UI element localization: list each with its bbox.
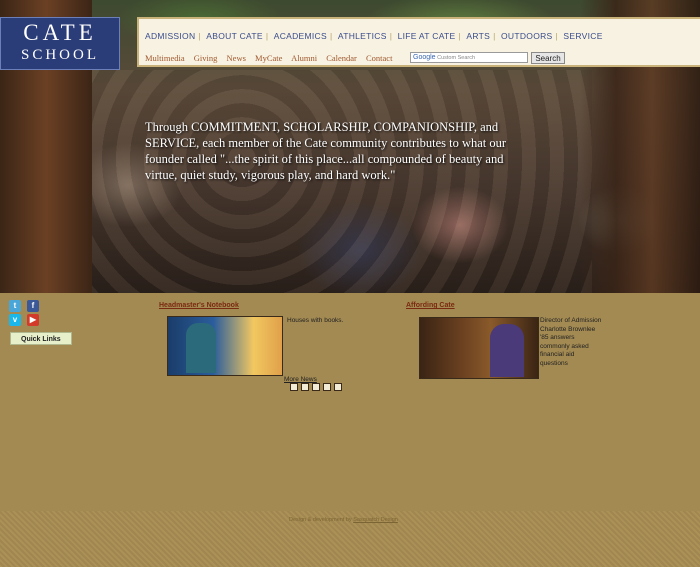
subnav-contact[interactable]: Contact <box>366 53 392 63</box>
credit-link[interactable]: Sasquatch Design <box>353 517 398 523</box>
logo-line2: SCHOOL <box>20 47 99 63</box>
nav-about-cate[interactable]: ABOUT CATE <box>206 31 263 41</box>
subnav-multimedia[interactable]: Multimedia <box>145 53 185 63</box>
headmaster-video-thumbnail[interactable] <box>167 316 283 376</box>
affording-cate-title[interactable]: Affording Cate <box>406 302 455 309</box>
vimeo-icon[interactable]: v <box>9 314 21 326</box>
more-news-link[interactable]: More News <box>284 376 317 383</box>
affording-video-thumbnail[interactable] <box>419 317 539 379</box>
quick-links-button[interactable]: Quick Links <box>10 332 72 345</box>
affording-caption: Director of Admission Charlotte Brownlee… <box>540 317 602 367</box>
pager-dot-2[interactable] <box>301 383 309 391</box>
search-input[interactable]: Google Custom Search <box>410 52 528 63</box>
subnav-mycate[interactable]: MyCate <box>255 53 282 63</box>
search-placeholder: Custom Search <box>437 55 476 61</box>
admission-director-figure <box>490 324 524 377</box>
nav-arts[interactable]: ARTS <box>466 31 490 41</box>
youtube-icon[interactable]: ▶ <box>27 314 39 326</box>
google-label: Google <box>413 54 436 61</box>
secondary-nav: Multimedia Giving News MyCate Alumni Cal… <box>145 53 399 63</box>
nav-admission[interactable]: ADMISSION <box>145 31 195 41</box>
search-button[interactable]: Search <box>531 52 565 64</box>
cate-logo[interactable]: CATE SCHOOL <box>0 17 120 70</box>
nav-life-at-cate[interactable]: LIFE AT CATE <box>398 31 456 41</box>
headmaster-figure <box>186 323 216 373</box>
subnav-giving[interactable]: Giving <box>194 53 218 63</box>
subnav-calendar[interactable]: Calendar <box>326 53 357 63</box>
headmaster-caption: Houses with books. <box>287 317 344 324</box>
logo-line1: CATE <box>23 20 97 45</box>
hero-quote: Through COMMITMENT, SCHOLARSHIP, COMPANI… <box>145 120 507 182</box>
nav-service[interactable]: SERVICE <box>563 31 602 41</box>
social-icons: t f v ▶ <box>9 300 41 328</box>
footer-credit: Design & development by Sasquatch Design <box>289 517 398 523</box>
pager-dot-4[interactable] <box>323 383 331 391</box>
facebook-icon[interactable]: f <box>27 300 39 312</box>
nav-athletics[interactable]: ATHLETICS <box>338 31 387 41</box>
headmaster-notebook-title[interactable]: Headmaster's Notebook <box>159 302 239 309</box>
credit-prefix: Design & development by <box>289 517 352 523</box>
nav-panel: ADMISSION | ABOUT CATE | ACADEMICS | ATHLET… <box>137 17 700 67</box>
subnav-news[interactable]: News <box>227 53 246 63</box>
pager-dot-1[interactable] <box>290 383 298 391</box>
twitter-icon[interactable]: t <box>9 300 21 312</box>
pager-dot-3[interactable] <box>312 383 320 391</box>
nav-academics[interactable]: ACADEMICS <box>274 31 327 41</box>
nav-outdoors[interactable]: OUTDOORS <box>501 31 553 41</box>
subnav-alumni[interactable]: Alumni <box>291 53 317 63</box>
primary-nav: ADMISSION | ABOUT CATE | ACADEMICS | ATHLET… <box>145 31 603 41</box>
pager-dot-5[interactable] <box>334 383 342 391</box>
